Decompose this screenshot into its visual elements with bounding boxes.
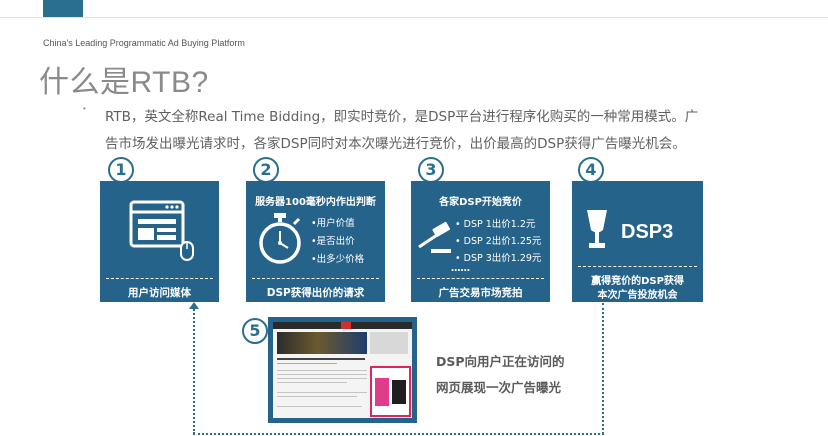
rtb-description: RTB，英文全称Real Time Bidding，即实时竞价，是DSP平台进行…: [105, 104, 815, 158]
header-accent-bar: [43, 0, 83, 17]
step-3-bid-1: • DSP 1出价1.2元: [455, 219, 536, 230]
webpage-banner-ad: [277, 332, 367, 354]
step-1-box: 用户访问媒体: [100, 181, 219, 302]
step-2-caption: DSP获得出价的请求: [266, 287, 365, 299]
webpage-ad-screenshot: [268, 317, 417, 423]
webpage-preview: [273, 322, 412, 418]
connector-left-vertical: [193, 306, 195, 434]
step-2-item-2: •是否出价: [311, 236, 355, 247]
step-3-box: 各家DSP开始竞价 • DSP 1出价1.2元 • DSP 2出价1.25元 •…: [411, 181, 550, 302]
step-1-number: 1: [108, 157, 134, 183]
bullet-icon: •: [83, 104, 86, 113]
step-3-bid-3: • DSP 3出价1.29元: [455, 253, 542, 264]
step-2-header: 服务器100毫秒内作出判断: [255, 197, 376, 208]
step-3-number: 3: [418, 157, 444, 183]
step-3-more: ……: [451, 263, 470, 274]
step-5-text-line-1: DSP向用户正在访问的: [436, 354, 565, 369]
step-3-bid-2: • DSP 2出价1.25元: [455, 236, 542, 247]
webpage-nav-highlight: [341, 322, 351, 329]
connector-up-arrow-icon: [189, 302, 199, 309]
step-2-separator: [252, 278, 379, 279]
company-tagline: China's Leading Programmatic Ad Buying P…: [43, 38, 245, 48]
connector-bottom-horizontal: [193, 433, 604, 435]
step-3-separator: [417, 278, 544, 279]
step-2-item-1: •用户价值: [311, 218, 355, 229]
header-divider: [0, 17, 828, 18]
step-4-number: 4: [578, 157, 604, 183]
step-4-caption-line-2: 本次广告投放机会: [597, 290, 678, 301]
step-5-number: 5: [242, 318, 268, 344]
step-2-number: 2: [253, 157, 279, 183]
step-3-caption: 广告交易市场竞拍: [438, 287, 523, 299]
highlighted-ad-slot: [370, 366, 411, 417]
step-3-header: 各家DSP开始竞价: [439, 197, 522, 208]
webpage-side-image: [370, 332, 408, 354]
trophy-icon: [587, 210, 607, 248]
step-1-caption: 用户访问媒体: [128, 287, 191, 299]
step-5-text-line-2: 网页展现一次广告曝光: [436, 380, 562, 395]
winning-dsp-label: DSP3: [621, 221, 674, 243]
connector-right-vertical: [602, 303, 604, 434]
page-title: 什么是RTB?: [39, 66, 209, 99]
step-2-box: 服务器100毫秒内作出判断 •用户价值 •是否出价 •出多少价格 DSP获得出价…: [246, 181, 385, 302]
step-4-separator: [578, 266, 697, 267]
auction-gavel-icon: [418, 221, 451, 253]
stopwatch-icon: [259, 213, 301, 264]
step-1-separator: [106, 278, 213, 279]
description-line-2: 告市场发出曝光请求时，各家DSP同时对本次曝光进行竞价，出价最高的DSP获得广告…: [105, 136, 686, 152]
step-4-caption-line-1: 赢得竞价的DSP获得: [591, 276, 684, 287]
step-4-box: DSP3 赢得竞价的DSP获得 本次广告投放机会: [572, 181, 703, 302]
description-line-1: RTB，英文全称Real Time Bidding，即实时竞价，是DSP平台进行…: [105, 109, 699, 125]
step-2-item-3: •出多少价格: [311, 254, 365, 265]
browser-window-with-mouse-icon: [129, 200, 194, 261]
